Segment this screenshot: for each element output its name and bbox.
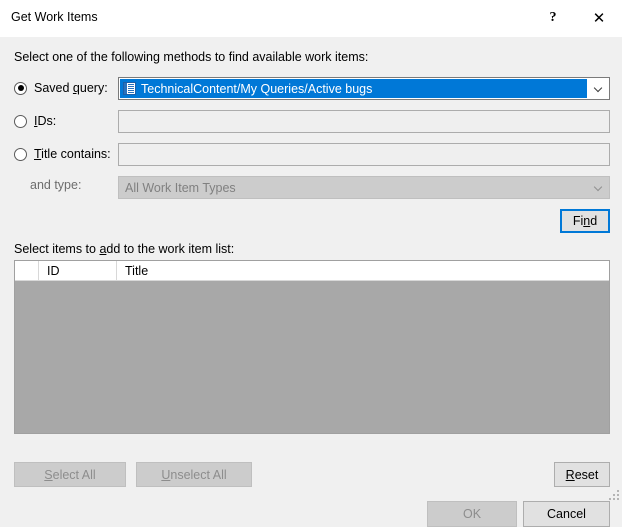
radio-indicator-title-contains [14,147,27,161]
dialog-body: Select one of the following methods to f… [0,37,622,527]
saved-query-dropdown-button[interactable] [588,79,608,98]
and-type-value: All Work Item Types [125,180,236,195]
instructions-label: Select one of the following methods to f… [14,50,369,64]
resize-grip-icon[interactable] [607,488,619,500]
work-items-listview[interactable]: ID Title [14,260,610,434]
listview-body-empty [15,281,609,433]
saved-query-selected-item: TechnicalContent/My Queries/Active bugs [120,79,587,98]
close-button[interactable]: ✕ [576,0,622,36]
list-instructions-label: Select items to add to the work item lis… [14,242,235,256]
ids-input-wrapper[interactable] [118,110,610,133]
chevron-down-icon [595,85,602,92]
close-icon: ✕ [592,9,606,27]
column-header-id[interactable]: ID [39,261,117,280]
radio-label-saved-query: Saved query: [34,81,108,95]
and-type-label: and type: [30,178,82,192]
query-list-icon [123,82,136,95]
radio-indicator-ids [14,114,27,128]
and-type-dropdown-button [588,178,608,197]
column-header-title[interactable]: Title [117,261,609,280]
title-bar: Get Work Items ? ✕ [0,0,622,37]
ok-label: OK [462,507,482,521]
ok-button[interactable]: OK [427,501,517,527]
radio-ids[interactable]: IDs: [14,111,56,131]
find-button-label: Find [572,214,598,228]
cancel-button[interactable]: Cancel [523,501,610,527]
radio-indicator-saved-query [14,81,27,95]
get-work-items-dialog: Get Work Items ? ✕ Select one of the fol… [0,0,622,527]
question-mark-icon: ? [549,10,557,25]
saved-query-value: TechnicalContent/My Queries/Active bugs [141,81,373,96]
and-type-combobox: All Work Item Types [118,176,610,199]
column-header-checkbox[interactable] [15,261,39,280]
radio-label-title-contains: Title contains: [34,147,111,161]
window-title: Get Work Items [11,10,98,24]
title-contains-input-wrapper[interactable] [118,143,610,166]
select-all-label: Select All [44,467,96,482]
ids-input[interactable] [118,110,610,133]
unselect-all-button[interactable]: Unselect All [136,462,252,487]
reset-label: Reset [565,467,599,482]
cancel-label: Cancel [547,507,586,521]
unselect-all-label: Unselect All [161,467,227,482]
title-contains-input[interactable] [118,143,610,166]
help-button[interactable]: ? [530,0,576,36]
find-button[interactable]: Find [560,209,610,233]
listview-header: ID Title [15,261,609,281]
radio-title-contains[interactable]: Title contains: [14,144,111,164]
reset-button[interactable]: Reset [554,462,610,487]
saved-query-combobox[interactable]: TechnicalContent/My Queries/Active bugs [118,77,610,100]
radio-label-ids: IDs: [34,114,57,128]
radio-saved-query[interactable]: Saved query: [14,78,108,98]
chevron-down-icon [595,184,602,191]
select-all-button[interactable]: Select All [14,462,126,487]
